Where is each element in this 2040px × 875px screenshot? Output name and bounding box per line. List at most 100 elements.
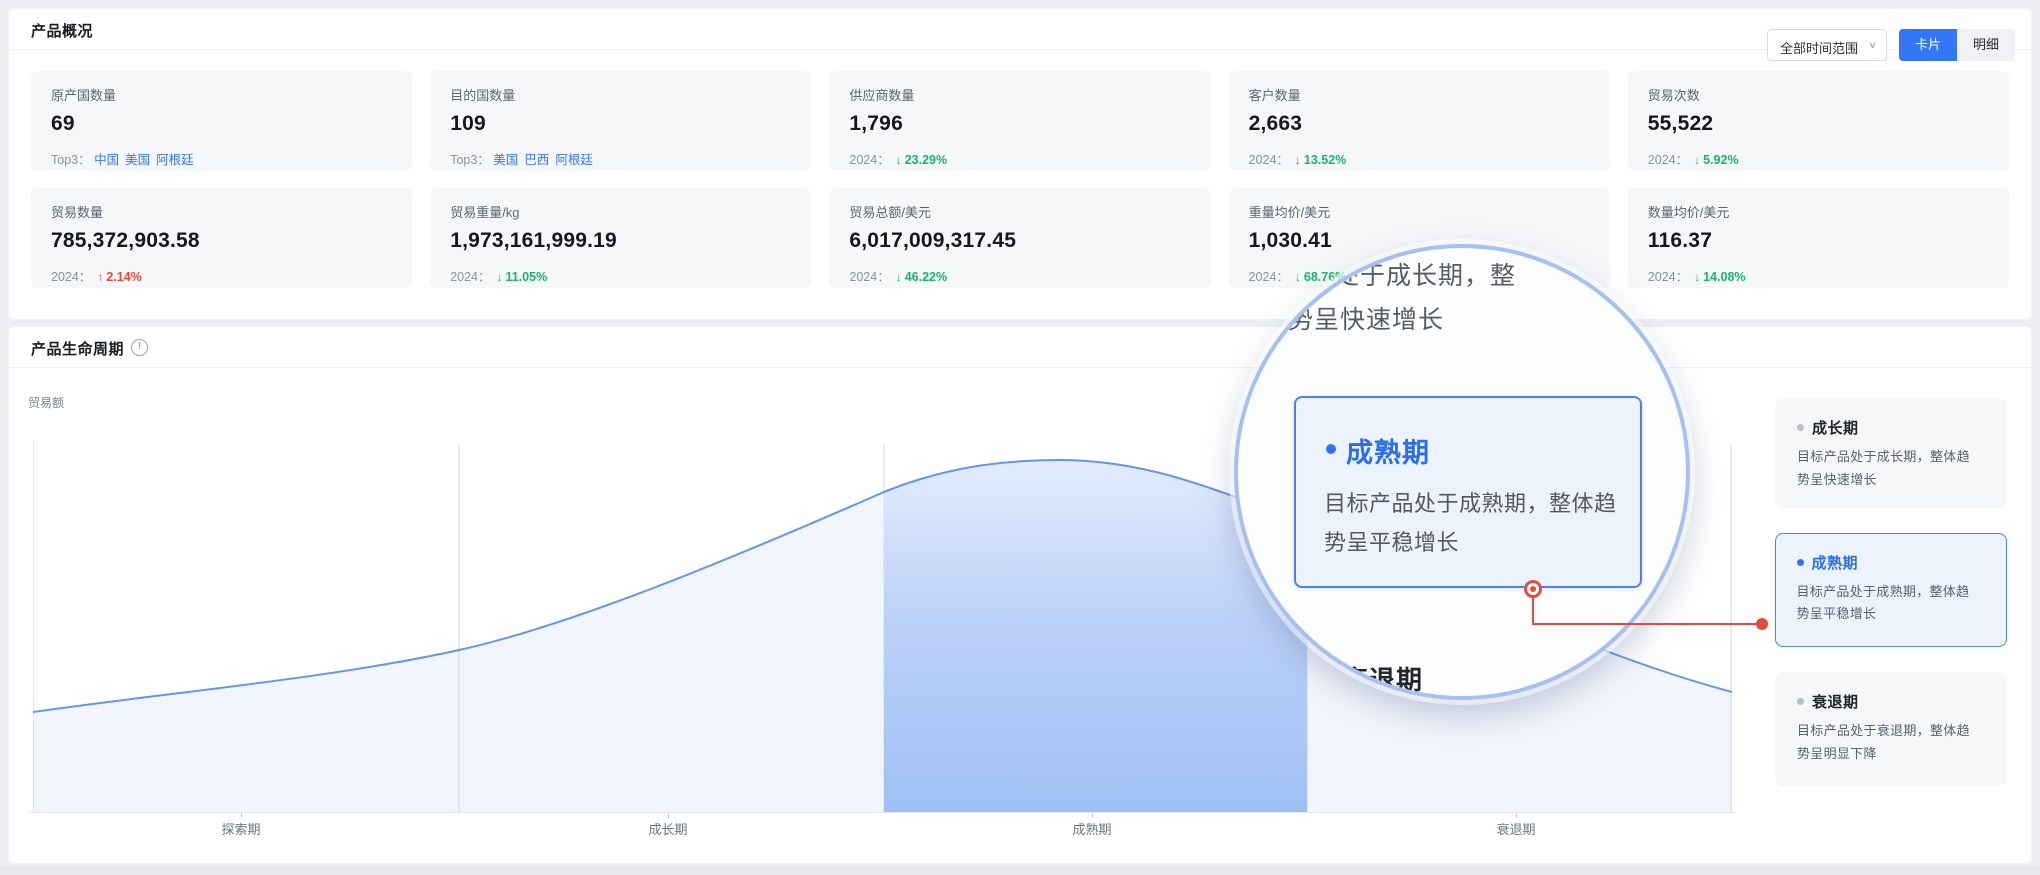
stat-value: 109 — [450, 112, 791, 136]
stat-meta: Top3： 美国巴西阿根廷 — [450, 149, 791, 168]
phase-dot-icon — [1797, 559, 1804, 566]
stat-value: 1,973,161,999.19 — [450, 229, 791, 253]
phase-card-name: 成熟期 — [1812, 552, 1859, 573]
x-axis-tick — [1516, 813, 1517, 818]
lifecycle-header: 产品生命周期 ! — [9, 327, 2031, 368]
year-label: 2024： — [1249, 270, 1289, 284]
phase-label-decline: 衰退期 — [1456, 819, 1576, 838]
stat-label: 贸易次数 — [1648, 85, 1989, 104]
arrow-down-icon: ↓ — [896, 270, 902, 284]
arrow-down-icon: ↓ — [1694, 153, 1700, 167]
dashboard-canvas: 产品概况 全部时间范围 ∨ 卡片 明细 原产国数量 69 Top3： 中国美国阿… — [0, 0, 2040, 875]
trend-pct: 13.52% — [1304, 153, 1346, 167]
magnified-maturity-card: 成熟期 目标产品处于成熟期，整体趋 势呈平稳增长 — [1294, 396, 1642, 588]
connector-line-vertical — [1532, 597, 1534, 624]
stat-label: 目的国数量 — [450, 85, 791, 104]
connector-line-horizontal — [1532, 623, 1762, 625]
info-icon[interactable]: ! — [131, 339, 148, 356]
year-label: 2024： — [450, 270, 490, 284]
phase-card-decline[interactable]: 衰退期 目标产品处于衰退期，整体趋 势呈明显下降 — [1775, 672, 2007, 786]
arrow-down-icon: ↓ — [1295, 153, 1301, 167]
x-axis-tick — [241, 813, 242, 818]
magnified-card-line: 势呈平稳增长 — [1324, 525, 1459, 557]
stat-meta: Top3： 中国美国阿根廷 — [51, 149, 392, 168]
desc-line: 势呈明显下降 — [1797, 743, 1985, 766]
lifecycle-title: 产品生命周期 — [31, 338, 124, 359]
stat-card-trade-quantity: 贸易数量 785,372,903.58 2024：↑2.14% — [31, 188, 412, 288]
phase-label-maturity: 成熟期 — [1032, 819, 1152, 838]
stat-meta: 2024： ↓11.05% — [450, 266, 791, 285]
trend-pct: 11.05% — [506, 270, 548, 284]
top3-link[interactable]: 巴西 — [524, 153, 549, 167]
desc-line: 目标产品处于衰退期，整体趋 — [1797, 720, 1985, 743]
top3-link[interactable]: 阿根廷 — [555, 153, 593, 167]
arrow-up-icon: ↑ — [97, 270, 103, 284]
stat-meta: 2024：↓5.92% — [1648, 149, 1989, 168]
desc-line: 势呈平稳增长 — [1797, 603, 1985, 626]
stat-meta: 2024： ↓13.52% — [1249, 149, 1590, 168]
arrow-down-icon: ↓ — [1295, 270, 1301, 284]
phase-card-desc: 目标产品处于衰退期，整体趋 势呈明显下降 — [1797, 720, 1985, 766]
phase-dot-icon — [1797, 424, 1804, 431]
stat-card-destination-countries: 目的国数量 109 Top3： 美国巴西阿根廷 — [430, 71, 811, 171]
stat-label: 原产国数量 — [51, 85, 392, 104]
overview-header: 产品概况 — [9, 9, 2031, 50]
top3-link[interactable]: 美国 — [125, 153, 150, 167]
time-range-select[interactable]: 全部时间范围 ∨ — [1767, 29, 1887, 61]
connector-end-dot-icon — [1756, 618, 1768, 630]
stat-value: 116.37 — [1648, 229, 1989, 253]
view-toggle-card-button[interactable]: 卡片 — [1899, 29, 1957, 61]
top3-link[interactable]: 美国 — [493, 153, 518, 167]
magnified-growth-text-clipped: 势呈快速增长 — [1288, 300, 1444, 336]
stat-value: 785,372,903.58 — [51, 229, 392, 253]
year-label: 2024： — [849, 153, 889, 167]
x-axis-tick — [668, 813, 669, 818]
trend-pct: 46.22% — [905, 270, 947, 284]
magnified-growth-text-clipped: 品处于成长期，整 — [1308, 256, 1516, 292]
stat-label: 供应商数量 — [849, 85, 1190, 104]
x-axis-tick — [1092, 813, 1093, 818]
stat-label: 贸易重量/kg — [450, 202, 791, 221]
year-label: 2024： — [51, 270, 91, 284]
desc-line: 目标产品处于成熟期，整体趋 — [1797, 581, 1985, 604]
stat-value: 69 — [51, 112, 392, 136]
magnifier-content: 品处于成长期，整 势呈快速增长 成熟期 目标产品处于成熟期，整体趋 势呈平稳增长… — [1238, 248, 1686, 696]
stat-value: 55,522 — [1648, 112, 1989, 136]
stat-card-trade-total: 贸易总额/美元 6,017,009,317.45 2024：↓46.22% — [829, 188, 1210, 288]
stat-label: 重量均价/美元 — [1249, 202, 1590, 221]
magnified-card-title: 成熟期 — [1346, 431, 1430, 470]
connector-ring-icon — [1524, 580, 1542, 598]
stat-label: 贸易总额/美元 — [849, 202, 1190, 221]
arrow-down-icon: ↓ — [497, 270, 503, 284]
stat-meta: 2024：↓23.29% — [849, 149, 1190, 168]
stat-value: 2,663 — [1249, 112, 1590, 136]
stat-card-trade-weight: 贸易重量/kg 1,973,161,999.19 2024： ↓11.05% — [430, 188, 811, 288]
phase-label-explore: 探索期 — [181, 819, 301, 838]
magnifier-lens: 品处于成长期，整 势呈快速增长 成熟期 目标产品处于成熟期，整体趋 势呈平稳增长… — [1234, 244, 1690, 700]
chevron-down-icon: ∨ — [1868, 39, 1877, 50]
view-toggle: 卡片 明细 — [1899, 29, 2015, 61]
stat-label: 贸易数量 — [51, 202, 392, 221]
top3-label: Top3： — [450, 153, 490, 167]
stat-value: 1,796 — [849, 112, 1190, 136]
stat-label: 客户数量 — [1249, 85, 1590, 104]
stat-card-origin-countries: 原产国数量 69 Top3： 中国美国阿根廷 — [31, 71, 412, 171]
product-overview-panel: 产品概况 全部时间范围 ∨ 卡片 明细 原产国数量 69 Top3： 中国美国阿… — [8, 8, 2032, 320]
x-axis-line — [29, 812, 1736, 813]
year-label: 2024： — [1648, 270, 1688, 284]
magnified-decline-title: 衰退期 — [1342, 660, 1423, 696]
phase-card-maturity[interactable]: 成熟期 目标产品处于成熟期，整体趋 势呈平稳增长 — [1775, 533, 2007, 647]
top3-link[interactable]: 中国 — [94, 153, 119, 167]
time-range-value: 全部时间范围 — [1780, 38, 1858, 57]
phase-dot-icon — [1797, 698, 1804, 705]
phase-card-growth[interactable]: 成长期 目标产品处于成长期，整体趋 势呈快速增长 — [1775, 398, 2007, 508]
stat-card-avg-qty-price: 数量均价/美元 116.37 2024：↓14.08% — [1628, 188, 2009, 288]
arrow-down-icon: ↓ — [896, 153, 902, 167]
top3-link[interactable]: 阿根廷 — [156, 153, 194, 167]
stat-card-trade-count: 贸易次数 55,522 2024：↓5.92% — [1628, 71, 2009, 171]
trend-pct: 14.08% — [1703, 270, 1745, 284]
stat-label: 数量均价/美元 — [1648, 202, 1989, 221]
view-toggle-detail-button[interactable]: 明细 — [1957, 29, 2015, 61]
overview-title: 产品概况 — [31, 20, 93, 41]
year-label: 2024： — [1249, 153, 1289, 167]
